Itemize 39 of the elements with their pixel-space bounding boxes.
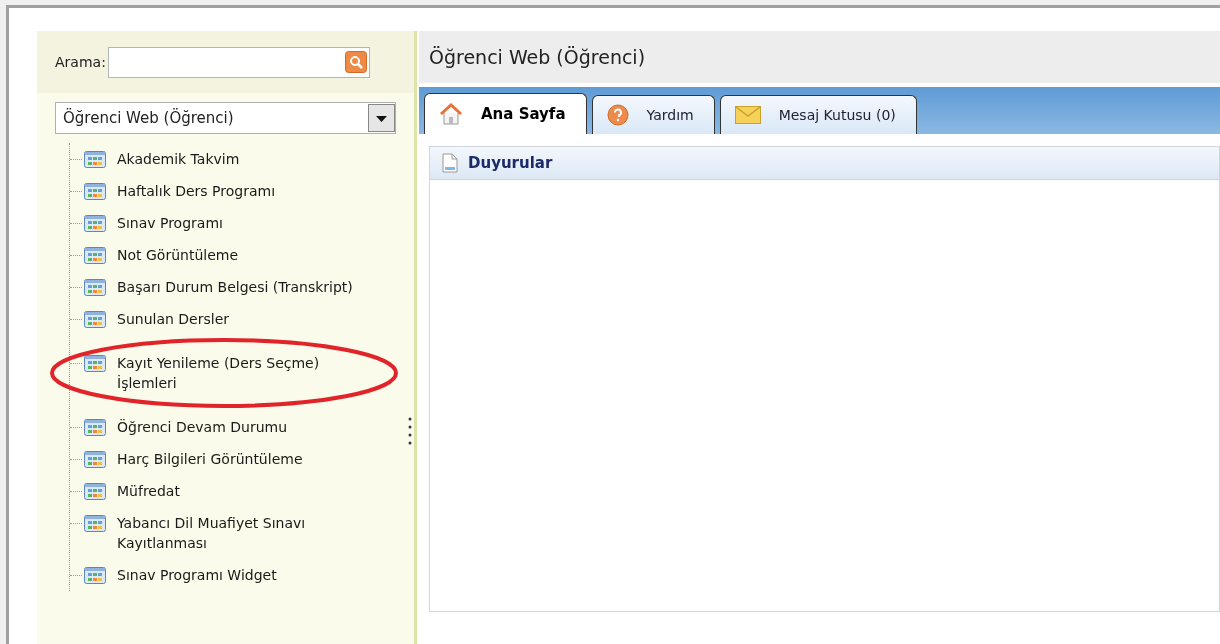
menu-item[interactable]: Haftalık Ders Programı — [117, 181, 382, 201]
menu-item[interactable]: Müfredat — [117, 481, 382, 501]
module-dropdown[interactable]: Öğrenci Web (Öğrenci) — [55, 102, 396, 134]
menu-item[interactable]: Başarı Durum Belgesi (Transkript) — [117, 277, 382, 297]
help-icon — [606, 104, 629, 126]
search-icon[interactable] — [344, 51, 367, 73]
envelope-icon — [734, 106, 761, 124]
grid-icon — [84, 483, 106, 500]
search-field[interactable] — [107, 46, 370, 78]
grid-icon — [84, 515, 106, 532]
menu-item[interactable]: Yabancı Dil Muafiyet Sınavı Kayıtlanması — [117, 513, 382, 553]
dropdown-caret-icon[interactable] — [368, 104, 395, 132]
menu-item[interactable]: Sunulan Dersler — [117, 309, 382, 329]
tab[interactable]: Mesaj Kutusu (0) — [719, 95, 917, 134]
menu-item[interactable]: Öğrenci Devam Durumu — [117, 417, 382, 437]
search-label: Arama: — [55, 52, 106, 72]
grid-icon — [84, 311, 106, 328]
grid-icon — [84, 215, 106, 232]
house-icon — [439, 103, 463, 125]
grid-icon — [84, 355, 106, 372]
menu-item[interactable]: Sınav Programı — [117, 213, 382, 233]
menu-item[interactable]: Kayıt Yenileme (Ders Seçme) İşlemleri — [117, 353, 382, 393]
tab[interactable]: Yardım — [591, 95, 715, 134]
page-title: Öğrenci Web (Öğrenci) — [429, 44, 646, 70]
grid-icon — [84, 567, 106, 584]
grid-icon — [84, 247, 106, 264]
tab[interactable]: Ana Sayfa — [424, 93, 587, 134]
grid-icon — [84, 183, 106, 200]
grid-icon — [84, 419, 106, 436]
panel-title: Duyurular — [468, 152, 553, 174]
splitter-handle-icon[interactable] — [408, 416, 412, 446]
menu-item[interactable]: Harç Bilgileri Görüntüleme — [117, 449, 382, 469]
menu-item[interactable]: Not Görüntüleme — [117, 245, 382, 265]
grid-icon — [84, 279, 106, 296]
grid-icon — [84, 451, 106, 468]
menu-item[interactable]: Akademik Takvim — [117, 149, 382, 169]
grid-icon — [84, 151, 106, 168]
menu-item[interactable]: Sınav Programı Widget — [117, 565, 382, 585]
document-icon — [442, 153, 458, 173]
